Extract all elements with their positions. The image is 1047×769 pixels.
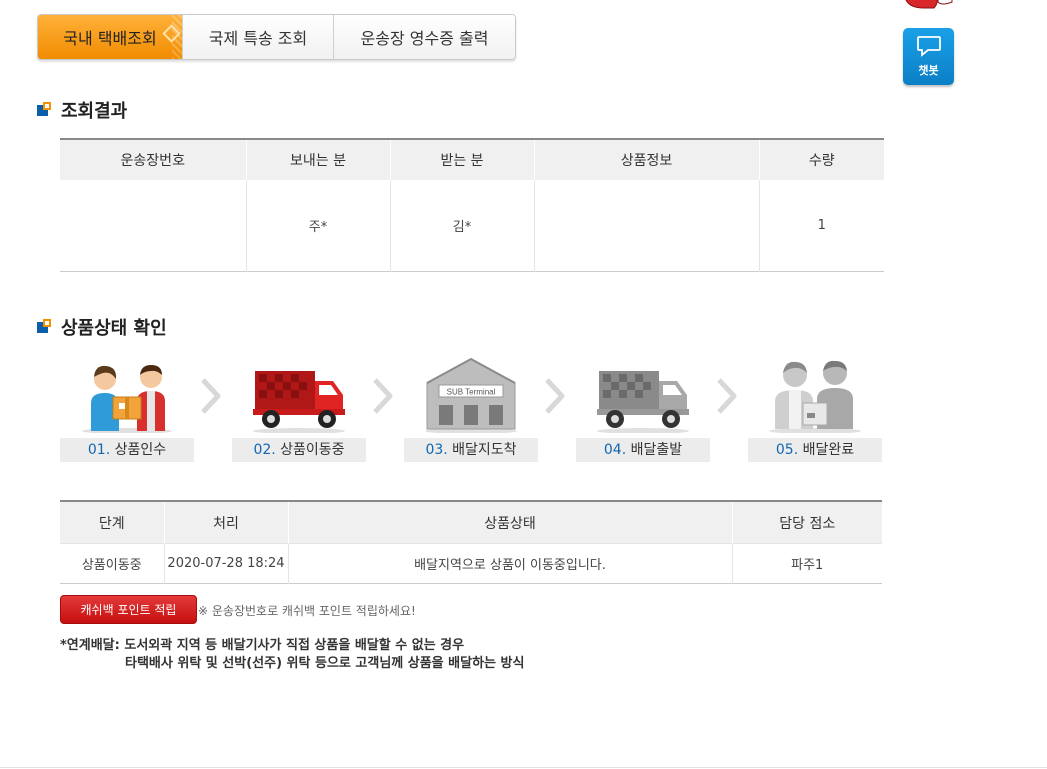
table-header-row: 단계 처리 상품상태 담당 점소	[60, 501, 882, 544]
cashback-note: ※ 운송장번호로 캐쉬백 포인트 적립하세요!	[198, 604, 416, 618]
step-label: 02. 상품이동중	[232, 438, 366, 462]
terminal-sign-text: SUB Terminal	[447, 388, 496, 397]
pointing-hand-icon[interactable]	[904, 0, 954, 14]
page-divider	[0, 767, 1047, 768]
product-status-cell: 배달지역으로 상품이 이동중입니다.	[287, 543, 732, 584]
column-header: 수량	[758, 139, 884, 180]
step-in-transit: 02. 상품이동중	[232, 355, 366, 463]
sender-cell: 주*	[245, 180, 390, 272]
step-label: 05. 배달완료	[748, 438, 882, 462]
quantity-cell: 1	[758, 180, 884, 272]
status-table: 단계 처리 상품상태 담당 점소 상품이동중 2020-07-28 18:24 …	[60, 500, 882, 584]
branch-cell: 파주1	[731, 543, 882, 584]
table-header-row: 운송장번호 보내는 분 받는 분 상품정보 수량	[60, 139, 884, 180]
column-header: 상품상태	[287, 501, 732, 544]
tab-waybill-receipt[interactable]: 운송장 영수증 출력	[333, 15, 515, 59]
delivered-people-icon	[769, 360, 861, 433]
step-delivered: 05. 배달완료	[748, 355, 882, 463]
tab-international-express[interactable]: 국제 특송 조회	[182, 15, 333, 59]
tab-label: 국내 택배조회	[63, 29, 157, 48]
step-text: 배달완료	[802, 442, 855, 458]
terminal-building-icon: SUB Terminal	[425, 357, 517, 433]
step-text: 상품인수	[114, 442, 167, 458]
tab-label: 국제 특송 조회	[208, 29, 308, 48]
table-row: 주* 김* 1	[60, 180, 884, 272]
step-number: 05.	[775, 442, 799, 458]
chevron-right-icon	[545, 378, 565, 414]
chevron-right-icon	[717, 378, 737, 414]
step-number: 04.	[603, 442, 627, 458]
table-row: 상품이동중 2020-07-28 18:24 배달지역으로 상품이 이동중입니다…	[60, 543, 882, 584]
waybill-number-cell	[60, 180, 246, 272]
column-header: 운송장번호	[60, 139, 246, 180]
tracking-tabs: 국내 택배조회 국제 특송 조회 운송장 영수증 출력	[37, 14, 516, 60]
delivery-progress-steps: 01. 상품인수 02. 상품이동중 SUB Terminal 03. 배달지도…	[60, 355, 882, 463]
column-header: 상품정보	[533, 139, 759, 180]
product-info-cell	[533, 180, 759, 272]
section-title-text: 조회결과	[61, 101, 128, 122]
section-title-result: 조회결과	[37, 97, 127, 123]
result-table: 운송장번호 보내는 분 받는 분 상품정보 수량 주* 김* 1	[60, 138, 884, 272]
tab-domestic-parcel[interactable]: 국내 택배조회	[38, 15, 182, 59]
step-number: 01.	[87, 442, 111, 458]
processed-time-cell: 2020-07-28 18:24	[163, 543, 288, 584]
column-header: 단계	[60, 501, 164, 544]
step-label: 04. 배달출발	[576, 438, 710, 462]
linked-delivery-note-line2: 타택배사 위탁 및 선박(선주) 위탁 등으로 고객님께 상품을 배달하는 방식	[125, 656, 525, 671]
step-label: 03. 배달지도착	[404, 438, 538, 462]
column-header: 담당 점소	[731, 501, 882, 544]
step-text: 배달지도착	[452, 442, 517, 458]
step-label: 01. 상품인수	[60, 438, 194, 462]
step-out-for-delivery: 04. 배달출발	[576, 355, 710, 463]
tab-label: 운송장 영수증 출력	[360, 29, 489, 48]
chatbot-button[interactable]: 챗봇	[903, 28, 954, 85]
chat-bubble-icon	[916, 36, 941, 57]
step-received: 01. 상품인수	[60, 355, 194, 463]
chevron-right-icon	[201, 378, 221, 414]
section-bullet-icon	[37, 319, 53, 335]
red-truck-icon	[253, 371, 345, 433]
section-title-text: 상품상태 확인	[61, 318, 167, 339]
chevron-right-icon	[373, 378, 393, 414]
gray-truck-icon	[597, 371, 689, 433]
column-header: 받는 분	[389, 139, 534, 180]
step-arrived-terminal: SUB Terminal 03. 배달지도착	[404, 355, 538, 463]
recipient-cell: 김*	[389, 180, 534, 272]
step-number: 02.	[253, 442, 276, 458]
step-number: 03.	[425, 442, 448, 458]
section-title-status: 상품상태 확인	[37, 314, 167, 340]
linked-delivery-note-line1: *연계배달: 도서외곽 지역 등 배달기사가 직접 상품을 배달할 수 없는 경…	[60, 638, 465, 653]
column-header: 처리	[163, 501, 288, 544]
step-text: 상품이동중	[280, 442, 345, 458]
handover-people-icon	[82, 365, 172, 433]
section-bullet-icon	[37, 102, 53, 118]
column-header: 보내는 분	[245, 139, 390, 180]
chatbot-label: 챗봇	[918, 64, 939, 77]
step-text: 배달출발	[630, 442, 683, 458]
cashback-points-button[interactable]: 캐쉬백 포인트 적립	[60, 595, 197, 624]
stage-cell: 상품이동중	[60, 543, 164, 584]
